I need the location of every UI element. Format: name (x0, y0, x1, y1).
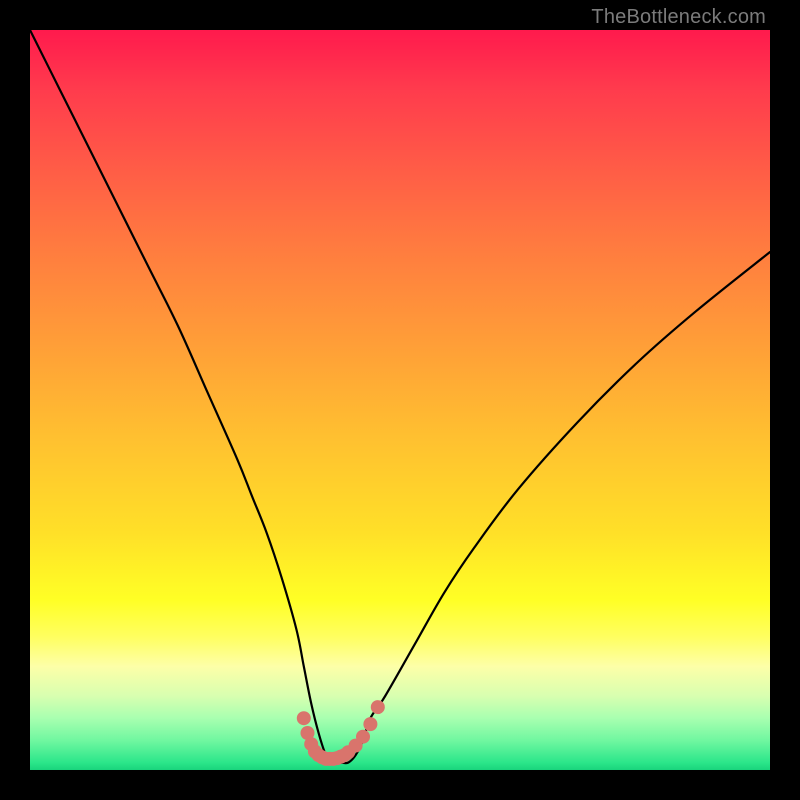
chart-frame: TheBottleneck.com (0, 0, 800, 800)
floor-marker-group (297, 700, 385, 766)
plot-area (30, 30, 770, 770)
watermark-text: TheBottleneck.com (591, 6, 766, 29)
chart-svg (30, 30, 770, 770)
floor-marker (371, 700, 385, 714)
floor-marker (297, 711, 311, 725)
bottleneck-curve (30, 30, 770, 763)
floor-marker (356, 730, 370, 744)
floor-marker (363, 717, 377, 731)
